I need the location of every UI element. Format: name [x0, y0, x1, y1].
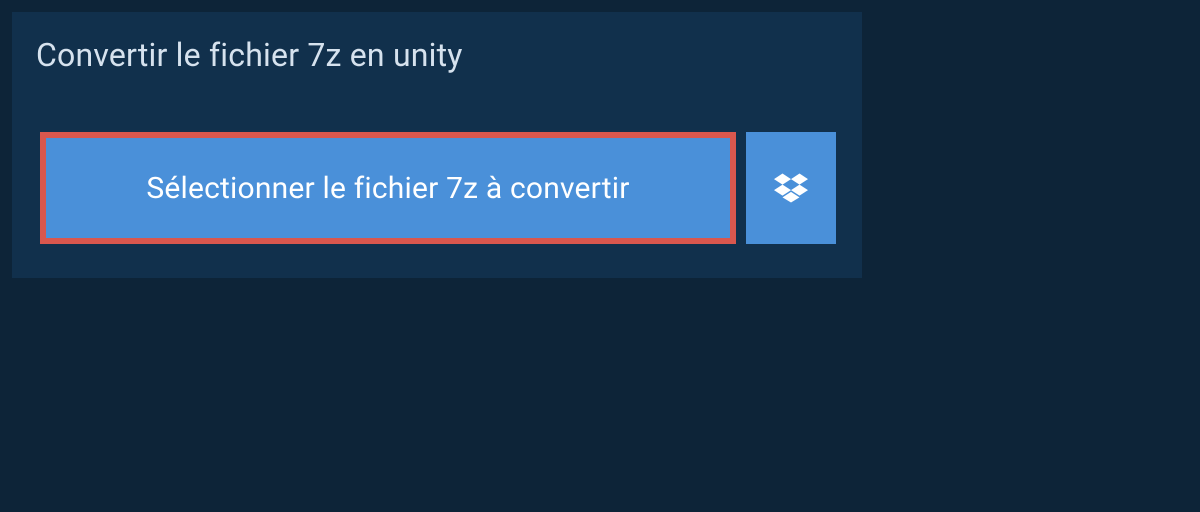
action-row: Sélectionner le fichier 7z à convertir: [12, 98, 862, 278]
dropbox-button[interactable]: [746, 132, 836, 244]
dropbox-icon: [774, 173, 808, 203]
page-title: Convertir le fichier 7z en unity: [12, 12, 499, 98]
select-file-label: Sélectionner le fichier 7z à convertir: [146, 171, 629, 206]
select-file-button[interactable]: Sélectionner le fichier 7z à convertir: [40, 132, 736, 244]
converter-card: Convertir le fichier 7z en unity Sélecti…: [12, 12, 862, 278]
